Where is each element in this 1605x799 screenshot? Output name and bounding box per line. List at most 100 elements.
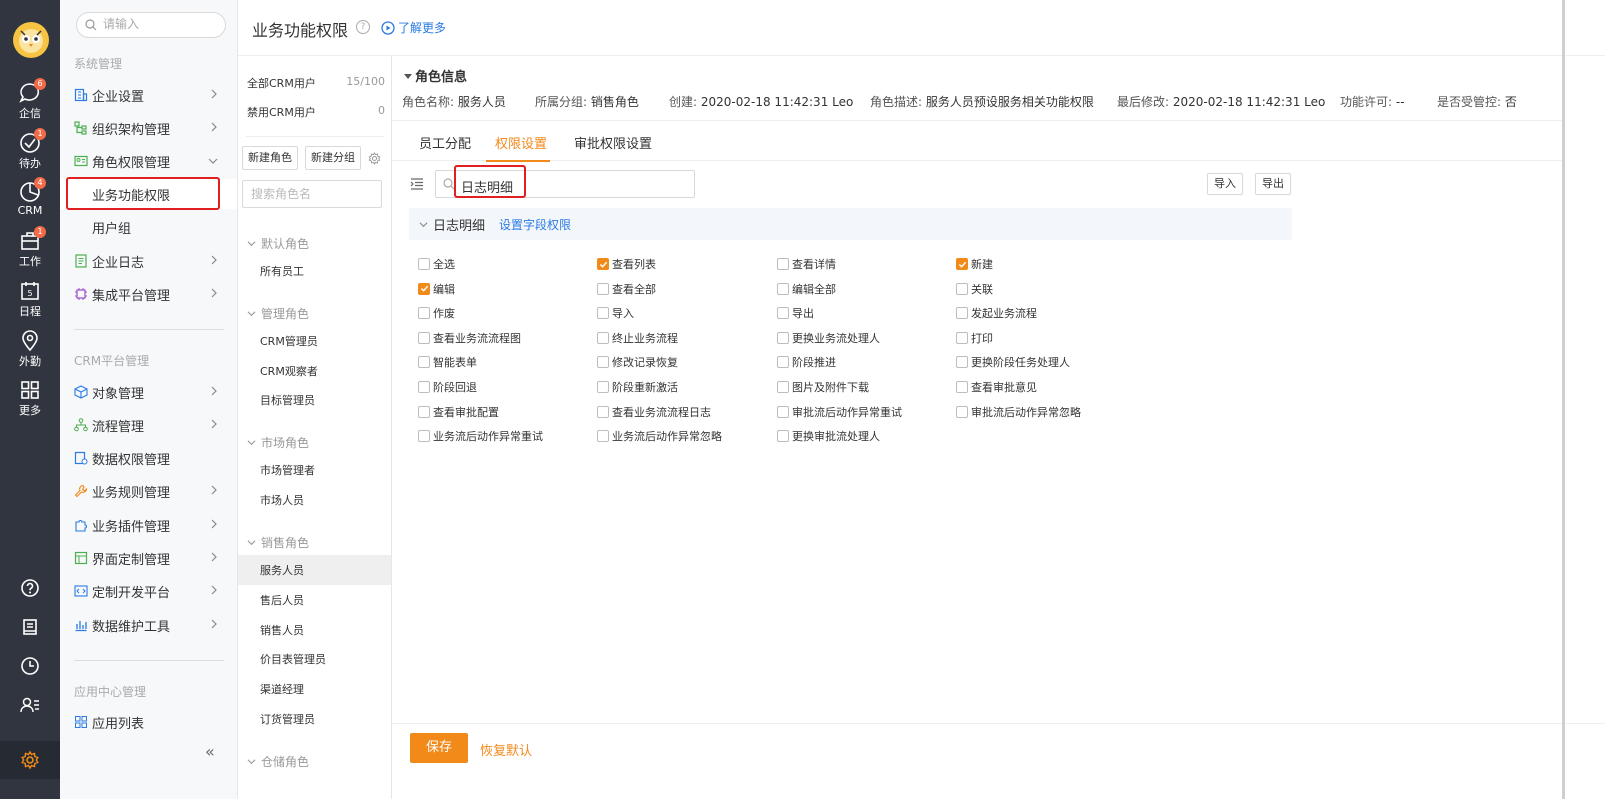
nav-search-input[interactable] xyxy=(103,17,213,31)
permission-checkbox[interactable]: 全选 xyxy=(418,256,455,272)
checkbox-unchecked[interactable] xyxy=(418,405,430,418)
permission-checkbox[interactable]: 导入 xyxy=(597,305,634,321)
nav-item-role-permissions[interactable]: 角色权限管理 xyxy=(60,146,237,176)
permission-checkbox[interactable]: 业务流后动作异常忽略 xyxy=(597,428,722,444)
role-item[interactable]: 价目表管理员 xyxy=(238,644,391,674)
role-item[interactable]: CRM管理员 xyxy=(238,326,391,356)
rail-item-field[interactable]: 外勤 xyxy=(0,328,60,374)
field-permission-link[interactable]: 设置字段权限 xyxy=(499,216,571,233)
nav-sub-business-permissions[interactable]: 业务功能权限 xyxy=(60,179,237,209)
permission-checkbox[interactable]: 作废 xyxy=(418,305,455,321)
role-item[interactable]: 市场人员 xyxy=(238,485,391,515)
nav-item-data-permissions[interactable]: 数据权限管理 xyxy=(60,443,237,473)
reset-default-button[interactable]: 恢复默认 xyxy=(480,740,532,759)
role-item[interactable]: 销售人员 xyxy=(238,615,391,645)
new-group-button[interactable]: 新建分组 xyxy=(305,146,361,170)
checkbox-unchecked[interactable] xyxy=(956,356,968,369)
checkbox-unchecked[interactable] xyxy=(597,381,609,393)
permission-checkbox[interactable]: 查看详情 xyxy=(777,256,836,272)
rail-item-more[interactable]: 更多 xyxy=(0,377,60,423)
help-button[interactable] xyxy=(0,573,60,603)
rail-item-calendar[interactable]: 5 日程 xyxy=(0,278,60,324)
permission-checkbox[interactable]: 导出 xyxy=(777,305,814,321)
nav-item-org[interactable]: 组织架构管理 xyxy=(60,113,237,143)
role-item[interactable]: CRM观察者 xyxy=(238,356,391,386)
permission-checkbox[interactable]: 查看列表 xyxy=(597,256,656,272)
permission-checkbox[interactable]: 业务流后动作异常重试 xyxy=(418,428,543,444)
role-group-warehouse[interactable]: 仓储角色 xyxy=(247,753,309,770)
permission-checkbox[interactable]: 终止业务流程 xyxy=(597,330,678,346)
role-item-active[interactable]: 服务人员 xyxy=(238,555,391,585)
learn-more-link[interactable]: 了解更多 xyxy=(381,19,446,36)
checkbox-unchecked[interactable] xyxy=(777,430,789,443)
checkbox-unchecked[interactable] xyxy=(418,356,430,369)
nav-item-company-log[interactable]: 企业日志 xyxy=(60,246,237,276)
nav-item-objects[interactable]: 对象管理 xyxy=(60,377,237,407)
nav-item-plugins[interactable]: 业务插件管理 xyxy=(60,510,237,540)
checkbox-unchecked[interactable] xyxy=(597,307,609,320)
rail-item-todo[interactable]: 1 待办 xyxy=(0,128,60,176)
permission-checkbox[interactable]: 查看业务流流程日志 xyxy=(597,404,711,420)
checkbox-unchecked[interactable] xyxy=(777,381,789,393)
nav-item-process[interactable]: 流程管理 xyxy=(60,410,237,440)
checkbox-unchecked[interactable] xyxy=(777,282,789,295)
checkbox-unchecked[interactable] xyxy=(777,258,789,270)
nav-item-ui-custom[interactable]: 界面定制管理 xyxy=(60,543,237,573)
nav-item-integration[interactable]: 集成平台管理 xyxy=(60,279,237,309)
role-item[interactable]: 市场管理者 xyxy=(238,455,391,485)
checkbox-unchecked[interactable] xyxy=(956,307,968,320)
tab-staff-assignment[interactable]: 员工分配 xyxy=(419,133,471,152)
tab-permission-settings[interactable]: 权限设置 xyxy=(495,133,547,152)
permission-checkbox[interactable]: 审批流后动作异常忽略 xyxy=(956,404,1081,420)
collapse-nav-button[interactable]: « xyxy=(205,742,215,761)
permission-checkbox[interactable]: 智能表单 xyxy=(418,354,477,370)
module-header[interactable]: 日志明细 设置字段权限 xyxy=(409,208,1292,240)
role-group-market[interactable]: 市场角色 xyxy=(247,434,309,451)
permission-checkbox[interactable]: 查看审批配置 xyxy=(418,404,499,420)
tab-approval-permissions[interactable]: 审批权限设置 xyxy=(574,133,652,152)
role-search-input[interactable] xyxy=(251,187,371,201)
export-button[interactable]: 导出 xyxy=(1255,173,1291,195)
permission-checkbox[interactable]: 图片及附件下载 xyxy=(777,379,869,395)
role-group-sales[interactable]: 销售角色 xyxy=(247,534,309,551)
user-avatar[interactable] xyxy=(13,22,49,58)
nav-item-business-rules[interactable]: 业务规则管理 xyxy=(60,476,237,506)
rail-item-messages[interactable]: 6 企信 xyxy=(0,78,60,126)
role-item[interactable]: 所有员工 xyxy=(238,256,391,286)
checkbox-unchecked[interactable] xyxy=(956,331,968,344)
permission-search[interactable]: 日志明细 xyxy=(435,170,695,198)
import-button[interactable]: 导入 xyxy=(1207,173,1243,195)
role-group-default[interactable]: 默认角色 xyxy=(247,235,309,252)
permission-checkbox[interactable]: 阶段回退 xyxy=(418,379,477,395)
settings-button[interactable] xyxy=(0,741,60,779)
checkbox-unchecked[interactable] xyxy=(418,381,430,393)
save-button[interactable]: 保存 xyxy=(410,733,468,763)
permission-checkbox[interactable]: 修改记录恢复 xyxy=(597,354,678,370)
role-search[interactable] xyxy=(242,180,382,208)
nav-search[interactable] xyxy=(76,12,226,38)
indent-icon[interactable] xyxy=(410,178,424,190)
nav-item-dev-platform[interactable]: 定制开发平台 xyxy=(60,576,237,606)
permission-checkbox[interactable]: 新建 xyxy=(956,256,993,272)
checkbox-unchecked[interactable] xyxy=(418,331,430,344)
checkbox-unchecked[interactable] xyxy=(418,307,430,320)
role-item[interactable]: 订货管理员 xyxy=(238,704,391,734)
permission-checkbox[interactable]: 查看业务流流程图 xyxy=(418,330,521,346)
role-item[interactable]: 目标管理员 xyxy=(238,385,391,415)
checkbox-unchecked[interactable] xyxy=(597,356,609,369)
checkbox-unchecked[interactable] xyxy=(956,405,968,418)
permission-checkbox[interactable]: 阶段推进 xyxy=(777,354,836,370)
rail-item-crm[interactable]: 4 CRM xyxy=(0,177,60,225)
checkbox-unchecked[interactable] xyxy=(777,331,789,344)
permission-checkbox[interactable]: 关联 xyxy=(956,281,993,297)
permission-checkbox[interactable]: 阶段重新激活 xyxy=(597,379,678,395)
permission-checkbox[interactable]: 审批流后动作异常重试 xyxy=(777,404,902,420)
permission-checkbox[interactable]: 编辑全部 xyxy=(777,281,836,297)
permission-checkbox[interactable]: 查看全部 xyxy=(597,281,656,297)
permission-checkbox[interactable]: 更换审批流处理人 xyxy=(777,428,880,444)
permission-checkbox[interactable]: 编辑 xyxy=(418,281,455,297)
permission-checkbox[interactable]: 更换业务流处理人 xyxy=(777,330,880,346)
history-button[interactable] xyxy=(0,651,60,681)
role-item[interactable]: 渠道经理 xyxy=(238,674,391,704)
nav-item-data-tools[interactable]: 数据维护工具 xyxy=(60,610,237,640)
